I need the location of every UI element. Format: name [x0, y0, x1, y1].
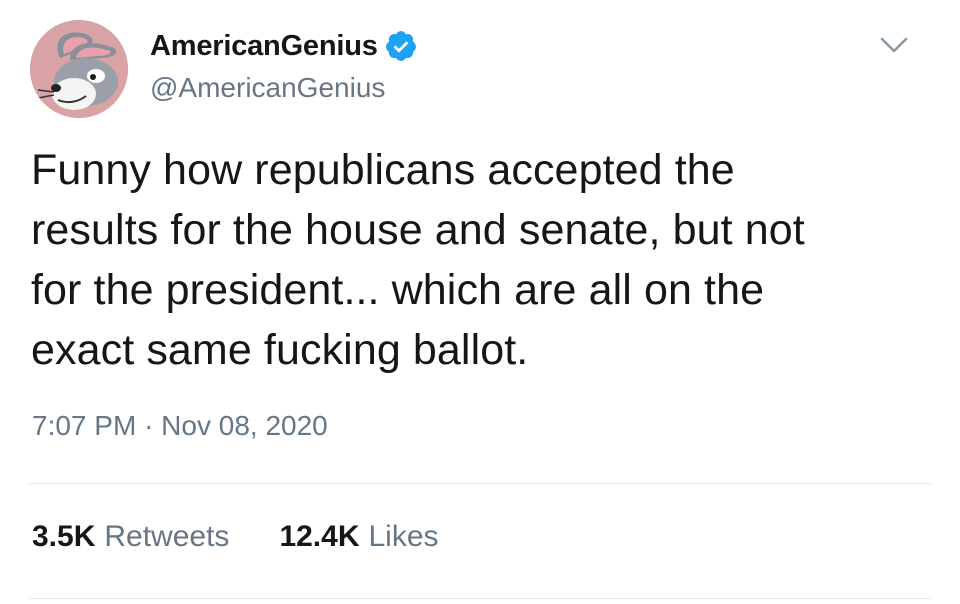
- meta-separator: ·: [144, 410, 154, 441]
- likes-stat[interactable]: 12.4K Likes: [279, 520, 438, 554]
- tweet-card: AmericanGenius @AmericanGenius Funny how…: [0, 0, 960, 604]
- avatar[interactable]: [30, 20, 128, 118]
- chevron-down-icon[interactable]: [876, 30, 912, 60]
- retweets-stat[interactable]: 3.5K Retweets: [32, 520, 229, 554]
- engagement-stats: 3.5K Retweets 12.4K Likes: [32, 520, 439, 554]
- divider: [30, 483, 930, 484]
- tweet-timestamp[interactable]: 7:07 PM · Nov 08, 2020: [32, 410, 328, 442]
- tweet-time: 7:07 PM: [32, 410, 137, 441]
- display-name-row: AmericanGenius: [150, 28, 418, 64]
- retweets-label: Retweets: [104, 520, 230, 553]
- divider: [30, 598, 930, 599]
- tweet-text: Funny how republicans accepted the resul…: [31, 146, 805, 374]
- verified-badge-icon: [384, 29, 418, 63]
- likes-label: Likes: [368, 520, 439, 553]
- likes-count: 12.4K: [279, 520, 360, 553]
- tweet-date: Nov 08, 2020: [161, 410, 328, 441]
- retweets-count: 3.5K: [32, 520, 96, 553]
- display-name[interactable]: AmericanGenius: [150, 30, 378, 63]
- user-handle[interactable]: @AmericanGenius: [150, 72, 385, 104]
- bugs-bunny-avatar-icon: [30, 20, 128, 118]
